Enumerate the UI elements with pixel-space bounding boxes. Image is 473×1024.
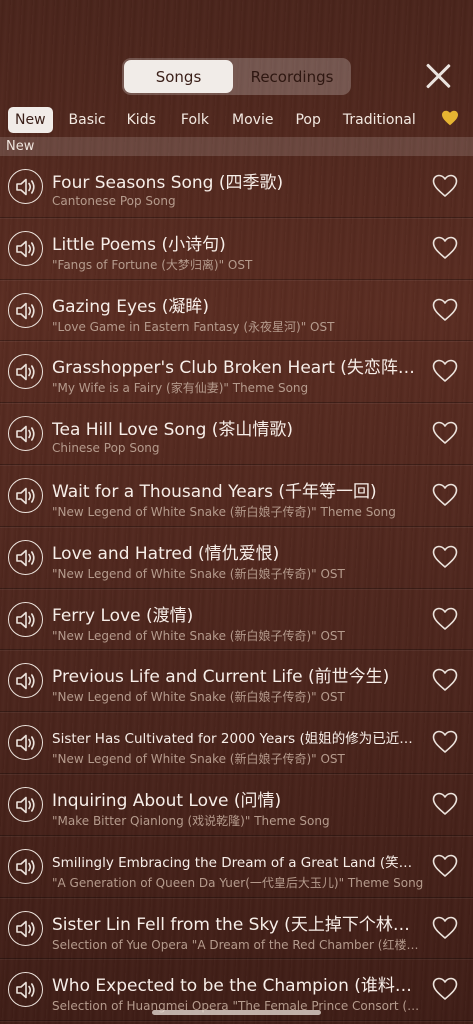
speaker-icon[interactable]	[8, 910, 43, 946]
song-subtitle: Chinese Pop Song	[52, 441, 160, 456]
heart-outline-icon[interactable]	[432, 174, 458, 198]
song-row[interactable]: Tea Hill Love Song (茶山情歌) Chinese Pop Son…	[0, 403, 473, 465]
song-subtitle: "New Legend of White Snake (新白娘子传奇)" OST	[52, 690, 345, 705]
song-subtitle: "Fangs of Fortune (大梦归离)" OST	[52, 257, 253, 272]
song-subtitle: "New Legend of White Snake (新白娘子传奇)" OST	[52, 752, 345, 767]
speaker-icon[interactable]	[8, 292, 43, 328]
heart-outline-icon[interactable]	[432, 236, 458, 260]
heart-outline-icon[interactable]	[432, 483, 458, 507]
speaker-icon[interactable]	[8, 663, 43, 699]
song-subtitle: "My Wife is a Fairy (家有仙妻)" Theme Song	[52, 381, 309, 396]
category-basic[interactable]: Basic	[62, 107, 113, 133]
song-title: Grasshopper's Club Broken Heart (失恋阵线联盟)	[52, 358, 424, 379]
song-title: Tea Hill Love Song (茶山情歌)	[52, 420, 294, 441]
song-title: Sister Has Cultivated for 2000 Years (姐姐…	[52, 731, 424, 748]
song-row[interactable]: Smilingly Embracing the Dream of a Great…	[0, 836, 473, 898]
home-indicator[interactable]	[152, 1010, 321, 1015]
song-title: Gazing Eyes (凝眸)	[52, 296, 209, 317]
song-row[interactable]: Four Seasons Song (四季歌) Cantonese Pop Son…	[0, 156, 473, 218]
category-folk[interactable]: Folk	[174, 107, 216, 133]
song-row[interactable]: Sister Lin Fell from the Sky (天上掉下个林妹妹) S…	[0, 898, 473, 960]
speaker-icon[interactable]	[8, 972, 43, 1008]
songs-recordings-segmented-control: Songs Recordings	[122, 58, 351, 95]
heart-outline-icon[interactable]	[432, 792, 458, 816]
heart-outline-icon[interactable]	[432, 607, 458, 631]
category-traditional[interactable]: Traditional	[336, 107, 423, 133]
heart-outline-icon[interactable]	[432, 977, 458, 1001]
song-row[interactable]: Inquiring About Love (问情) "Make Bitter Qi…	[0, 774, 473, 836]
song-row[interactable]: Gazing Eyes (凝眸) "Love Game in Eastern Fa…	[0, 280, 473, 342]
speaker-icon[interactable]	[8, 539, 43, 575]
song-subtitle: "New Legend of White Snake (新白娘子传奇)" The…	[52, 504, 396, 519]
speaker-icon[interactable]	[8, 354, 43, 390]
section-header: New	[0, 137, 473, 156]
favorites-heart-icon[interactable]	[441, 110, 459, 131]
speaker-icon[interactable]	[8, 848, 43, 884]
song-row[interactable]: Love and Hatred (情仇爱恨) "New Legend of Whi…	[0, 527, 473, 589]
close-icon[interactable]	[420, 58, 456, 94]
song-row[interactable]: Little Poems (小诗句) "Fangs of Fortune (大梦归…	[0, 218, 473, 280]
song-row[interactable]: Previous Life and Current Life (前世今生) "Ne…	[0, 650, 473, 713]
heart-outline-icon[interactable]	[432, 854, 458, 878]
heart-outline-icon[interactable]	[432, 359, 458, 383]
song-list: Four Seasons Song (四季歌) Cantonese Pop Son…	[0, 156, 473, 1022]
song-row[interactable]: Ferry Love (渡情) "New Legend of White Snak…	[0, 589, 473, 651]
tab-songs[interactable]: Songs	[124, 60, 233, 93]
heart-outline-icon[interactable]	[432, 298, 458, 322]
speaker-icon[interactable]	[8, 230, 43, 266]
song-title: Little Poems (小诗句)	[52, 234, 226, 255]
song-title: Ferry Love (渡情)	[52, 605, 194, 626]
category-new[interactable]: New	[8, 107, 53, 133]
tab-recordings[interactable]: Recordings	[235, 60, 349, 93]
heart-outline-icon[interactable]	[432, 668, 458, 692]
heart-outline-icon[interactable]	[432, 421, 458, 445]
song-subtitle: "Love Game in Eastern Fantasy (永夜星河)" OS…	[52, 319, 335, 334]
song-row[interactable]: Sister Has Cultivated for 2000 Years (姐姐…	[0, 712, 473, 774]
speaker-icon[interactable]	[8, 416, 43, 452]
song-subtitle: "New Legend of White Snake (新白娘子传奇)" OST	[52, 566, 345, 581]
song-title: Four Seasons Song (四季歌)	[52, 173, 284, 193]
heart-outline-icon[interactable]	[432, 545, 458, 569]
song-subtitle: "Make Bitter Qianlong (戏说乾隆)" Theme Song	[52, 813, 330, 828]
song-title: Inquiring About Love (问情)	[52, 790, 282, 811]
speaker-icon[interactable]	[8, 725, 43, 761]
song-subtitle: "New Legend of White Snake (新白娘子传奇)" OST	[52, 628, 345, 643]
song-title: Wait for a Thousand Years (千年等一回)	[52, 481, 377, 502]
song-title: Previous Life and Current Life (前世今生)	[52, 667, 390, 688]
song-subtitle: Cantonese Pop Song	[52, 194, 176, 208]
song-row[interactable]: Wait for a Thousand Years (千年等一回) "New Le…	[0, 465, 473, 527]
heart-outline-icon[interactable]	[432, 730, 458, 754]
speaker-icon[interactable]	[8, 477, 43, 513]
song-subtitle: "A Generation of Queen Da Yuer(一代皇后大玉儿)"…	[52, 875, 424, 890]
song-title: Love and Hatred (情仇爱恨)	[52, 543, 280, 564]
category-bar: New Basic Kids Folk Movie Pop Traditiona…	[0, 104, 473, 136]
song-title: Who Expected to be the Champion (谁料皇榜中状元…	[52, 976, 424, 997]
heart-outline-icon[interactable]	[432, 916, 458, 940]
speaker-icon[interactable]	[8, 169, 43, 204]
top-bar: Songs Recordings	[0, 0, 473, 100]
category-kids[interactable]: Kids	[120, 107, 163, 133]
song-row[interactable]: Grasshopper's Club Broken Heart (失恋阵线联盟)…	[0, 341, 473, 404]
category-pop[interactable]: Pop	[288, 107, 327, 133]
song-title: Sister Lin Fell from the Sky (天上掉下个林妹妹)	[52, 914, 424, 935]
speaker-icon[interactable]	[8, 786, 43, 822]
song-subtitle: Selection of Yue Opera "A Dream of the R…	[52, 937, 424, 952]
speaker-icon[interactable]	[8, 601, 43, 637]
category-movie[interactable]: Movie	[225, 107, 280, 133]
song-title: Smilingly Embracing the Dream of a Great…	[52, 854, 424, 871]
